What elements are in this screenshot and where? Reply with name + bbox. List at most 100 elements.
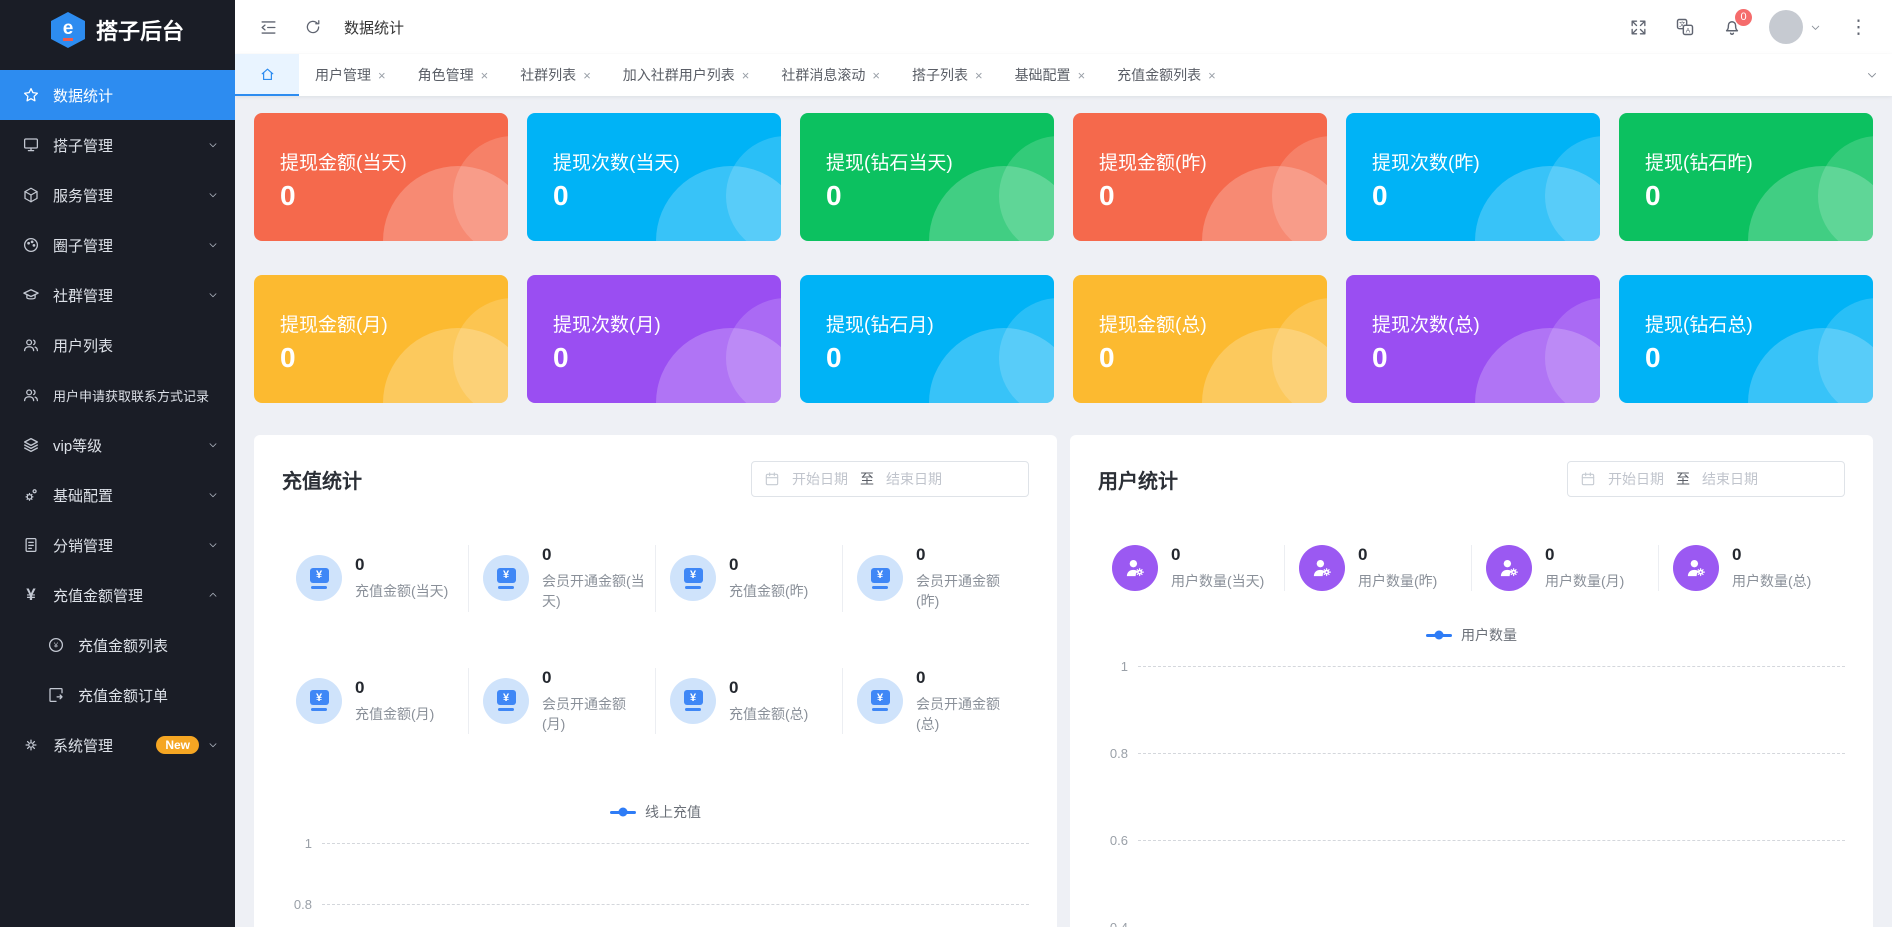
sidebar-item-recharge-amount-orders[interactable]: 充值金额订单: [0, 670, 235, 720]
sidebar-item-basic-config[interactable]: 基础配置: [0, 470, 235, 520]
tab-community-messages[interactable]: 社群消息滚动 ×: [765, 54, 896, 96]
user-stats-panel: 用户统计 开始日期 至 结束日期 0 用户数量(当天) 0 用户数量(昨) 0 …: [1070, 435, 1873, 927]
chevron-down-icon: [207, 239, 219, 251]
recharge-stats-panel: 充值统计 开始日期 至 结束日期 ¥ 0 充值金额(当天) ¥ 0 会员开通金额…: [254, 435, 1057, 927]
sidebar-item-data-stats[interactable]: 数据统计: [0, 70, 235, 120]
cube-icon: [22, 186, 40, 204]
close-icon[interactable]: ×: [378, 68, 386, 83]
stat-card: 提现金额(当天) 0: [254, 113, 508, 241]
users-icon: [22, 386, 40, 404]
yen-card-icon: ¥: [483, 677, 529, 724]
tab-join-community-users[interactable]: 加入社群用户列表 ×: [607, 54, 766, 96]
tab-basic-config[interactable]: 基础配置 ×: [999, 54, 1102, 96]
graduation-cap-icon: [22, 286, 40, 304]
stat-card: 提现(钻石昨) 0: [1619, 113, 1873, 241]
tab-home[interactable]: [235, 54, 299, 96]
yen-card-icon: ¥: [296, 677, 342, 724]
sidebar-menu: 数据统计 搭子管理 服务管理 圈子管理 社群管理 用户列表 用户申请获取联系方式…: [0, 60, 235, 770]
user-menu[interactable]: [1769, 10, 1822, 44]
stat-card: 提现金额(总) 0: [1073, 275, 1327, 403]
translate-icon[interactable]: 文A: [1675, 17, 1695, 37]
svg-text:¥: ¥: [54, 641, 59, 650]
stat-cards: 提现金额(当天) 0 提现次数(当天) 0 提现(钻石当天) 0 提现金额(昨) 0 提…: [254, 113, 1873, 403]
sidebar-item-vip-level[interactable]: vip等级: [0, 420, 235, 470]
end-date-placeholder: 结束日期: [886, 471, 942, 487]
sidebar-item-system-manage[interactable]: 系统管理 New: [0, 720, 235, 770]
notification-bell-icon[interactable]: 0: [1722, 9, 1752, 37]
stat-card: 提现金额(月) 0: [254, 275, 508, 403]
stat-card: 提现次数(月) 0: [527, 275, 781, 403]
stat-item: ¥ 0 会员开通金额(月): [468, 667, 655, 735]
user-gear-icon: [1299, 545, 1345, 592]
tab-recharge-amount-list[interactable]: 充值金额列表 ×: [1101, 54, 1232, 96]
sidebar-item-recharge-amount-manage[interactable]: ¥ 充值金额管理: [0, 570, 235, 620]
sidebar-item-distribution-manage[interactable]: 分销管理: [0, 520, 235, 570]
chevron-down-icon: [207, 489, 219, 501]
date-separator: 至: [860, 471, 874, 487]
avatar: [1769, 10, 1803, 44]
kebab-menu-icon[interactable]: ⋮: [1849, 16, 1868, 38]
start-date-placeholder: 开始日期: [1608, 471, 1664, 487]
close-icon[interactable]: ×: [583, 68, 591, 83]
recharge-stats-row-2: ¥ 0 充值金额(月) ¥ 0 会员开通金额(月) ¥ 0 充值金额(总) ¥ 0 会员…: [282, 667, 1029, 735]
chart-legend[interactable]: 线上充值: [282, 802, 1029, 822]
yen-circle-icon: ¥: [47, 636, 65, 654]
user-gear-icon: [1673, 545, 1719, 592]
tabbar: 用户管理 × 角色管理 × 社群列表 × 加入社群用户列表 × 社群消息滚动 × 搭子列表…: [235, 54, 1892, 96]
stat-item: ¥ 0 充值金额(总): [655, 667, 842, 735]
close-icon[interactable]: ×: [1078, 68, 1086, 83]
sidebar-item-circle-manage[interactable]: 圈子管理: [0, 220, 235, 270]
gridline: [322, 843, 1029, 845]
sidebar-item-dazi-manage[interactable]: 搭子管理: [0, 120, 235, 170]
close-icon[interactable]: ×: [872, 68, 880, 83]
y-tick: 0.8: [293, 897, 312, 913]
breadcrumb: 数据统计: [344, 19, 405, 37]
app-logo[interactable]: e 搭子后台: [0, 0, 235, 60]
refresh-icon[interactable]: [304, 18, 322, 36]
svg-text:A: A: [1686, 28, 1691, 35]
tab-dazi-list[interactable]: 搭子列表 ×: [896, 54, 999, 96]
sidebar-item-user-list[interactable]: 用户列表: [0, 320, 235, 370]
star-icon: [22, 86, 40, 104]
chevron-down-icon: [207, 439, 219, 451]
stat-item: ¥ 0 充值金额(昨): [655, 545, 842, 612]
main-area: 数据统计 文A 0 ⋮ 用户管理 × 角色管理 × 社群列表 × 加入社群用户列表 × …: [235, 0, 1892, 927]
tab-role-manage[interactable]: 角色管理 ×: [402, 54, 505, 96]
y-tick: 1: [304, 836, 312, 852]
user-stats-row: 0 用户数量(当天) 0 用户数量(昨) 0 用户数量(月) 0 用户数量(总): [1098, 545, 1845, 592]
sidebar-item-community-manage[interactable]: 社群管理: [0, 270, 235, 320]
stat-item: ¥ 0 充值金额(月): [282, 668, 468, 735]
sidebar-item-recharge-amount-list[interactable]: ¥ 充值金额列表: [0, 620, 235, 670]
fullscreen-icon[interactable]: [1629, 18, 1648, 37]
gridline: [1138, 753, 1845, 755]
chart-legend[interactable]: 用户数量: [1098, 625, 1845, 645]
recharge-date-range-picker[interactable]: 开始日期 至 结束日期: [751, 461, 1029, 497]
sidebar-collapse-icon[interactable]: [259, 18, 278, 37]
close-icon[interactable]: ×: [1208, 68, 1216, 83]
start-date-placeholder: 开始日期: [792, 471, 848, 487]
sidebar-item-user-contact-records[interactable]: 用户申请获取联系方式记录: [0, 370, 235, 420]
calendar-icon: [1580, 471, 1596, 487]
tab-community-list[interactable]: 社群列表 ×: [504, 54, 607, 96]
recharge-stats-row-1: ¥ 0 充值金额(当天) ¥ 0 会员开通金额(当天) ¥ 0 充值金额(昨) ¥ 0…: [282, 545, 1029, 612]
chevron-up-icon: [207, 589, 219, 601]
end-date-placeholder: 结束日期: [1702, 471, 1758, 487]
close-icon[interactable]: ×: [481, 68, 489, 83]
chevron-down-icon: [207, 189, 219, 201]
yen-card-icon: ¥: [670, 677, 716, 724]
tabs-dropdown-chevron-icon[interactable]: [1852, 54, 1892, 96]
stat-item: ¥ 0 会员开通金额(当天): [468, 545, 655, 612]
chevron-down-icon: [207, 539, 219, 551]
users-icon: [22, 336, 40, 354]
close-icon[interactable]: ×: [742, 68, 750, 83]
yen-card-icon: ¥: [296, 555, 342, 602]
gear-icon: [22, 736, 40, 754]
home-icon: [261, 68, 273, 80]
content: 提现金额(当天) 0 提现次数(当天) 0 提现(钻石当天) 0 提现金额(昨) 0 提…: [235, 96, 1892, 927]
sidebar-item-service-manage[interactable]: 服务管理: [0, 170, 235, 220]
yen-card-icon: ¥: [857, 555, 903, 602]
document-icon: [22, 536, 40, 554]
tab-user-manage[interactable]: 用户管理 ×: [299, 54, 402, 96]
user-date-range-picker[interactable]: 开始日期 至 结束日期: [1567, 461, 1845, 497]
close-icon[interactable]: ×: [975, 68, 983, 83]
